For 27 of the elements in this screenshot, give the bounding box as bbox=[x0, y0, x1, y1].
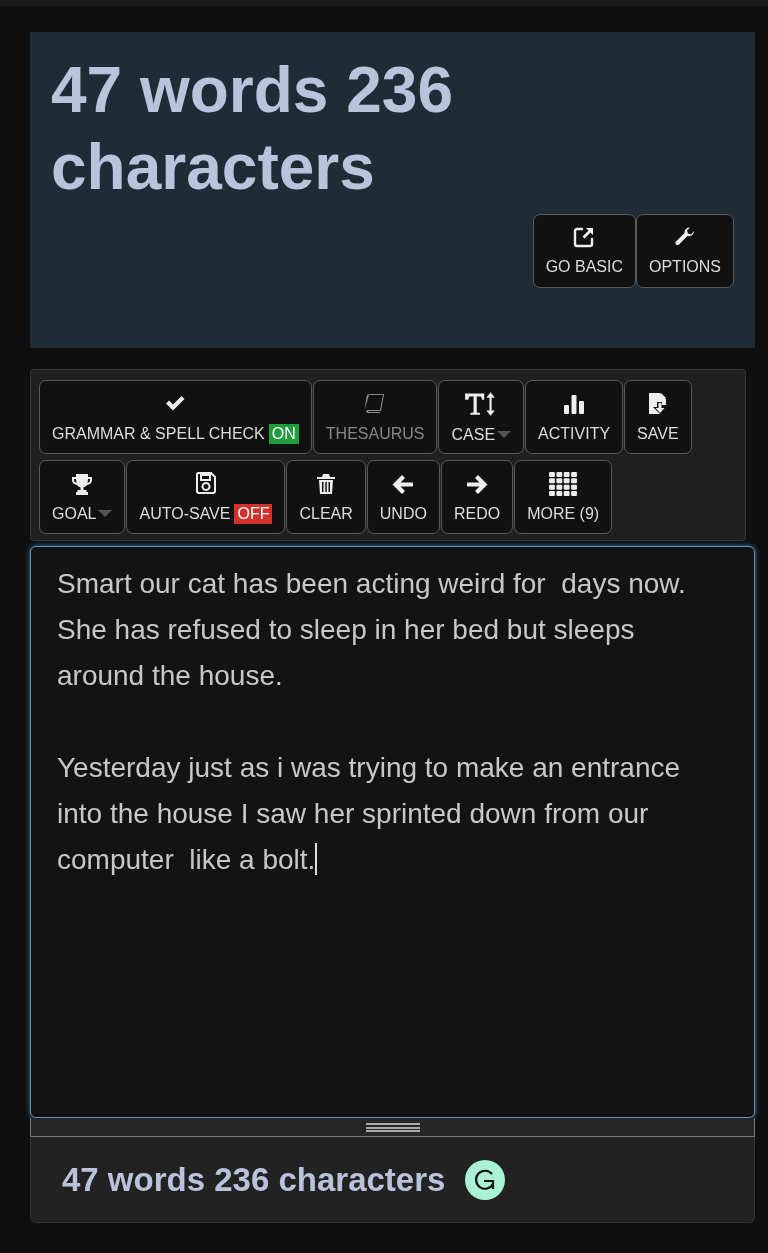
word-count-title: 47 words 236 characters bbox=[51, 53, 454, 205]
go-basic-button[interactable]: GO BASIC bbox=[532, 213, 636, 288]
toolbar-button[interactable]: GOAL bbox=[39, 460, 126, 534]
toolbar-button[interactable]: REDO bbox=[440, 460, 514, 534]
text-editor[interactable] bbox=[30, 546, 755, 1118]
toolbar-button[interactable]: ACTIVITY bbox=[525, 380, 624, 454]
toolbar-button[interactable]: MORE (9) bbox=[514, 460, 613, 534]
grid-icon bbox=[548, 471, 579, 496]
g-logo-icon[interactable] bbox=[465, 1159, 506, 1200]
toolbar-button[interactable]: AUTO-SAVE OFF bbox=[126, 460, 286, 534]
options-button[interactable]: OPTIONS bbox=[636, 213, 734, 288]
text-cursor bbox=[315, 843, 318, 875]
status-badge: ON bbox=[268, 423, 299, 444]
word-count-text: 47 words 236 characters bbox=[62, 1160, 446, 1199]
toolbar-button[interactable]: CLEAR bbox=[286, 460, 366, 534]
toolbar-button[interactable]: UNDO bbox=[366, 460, 440, 534]
floppy-icon bbox=[193, 470, 218, 495]
editor-paragraph: Yesterday just as i was trying to make an entrance into the house I saw her sprinted down from our computer like a bolt. bbox=[57, 751, 682, 877]
resize-handle[interactable] bbox=[365, 1122, 420, 1132]
toolbar-button[interactable]: SAVE bbox=[624, 380, 692, 454]
dropdown-caret-icon bbox=[98, 510, 113, 517]
status-badge: OFF bbox=[234, 503, 273, 524]
toolbar-button[interactable]: GRAMMAR & SPELL CHECK ON bbox=[39, 380, 312, 454]
editor-paragraph: Smart our cat has been acting weird for days now. She has refused to sleep in her bed but sleeps around the house. bbox=[57, 567, 687, 693]
toolbar-button[interactable]: CASE bbox=[438, 380, 525, 454]
trophy-icon bbox=[70, 471, 95, 496]
dropdown-caret-icon bbox=[497, 431, 512, 438]
